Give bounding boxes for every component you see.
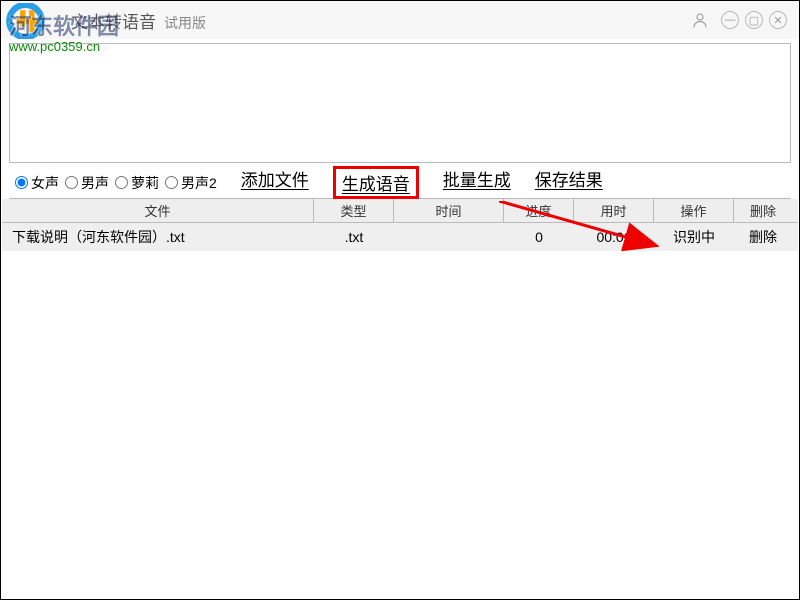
- voice-loli[interactable]: 萝莉: [115, 173, 159, 193]
- app-title: 文本转语音: [71, 8, 156, 33]
- col-file: 文件: [2, 199, 314, 222]
- minimize-icon[interactable]: —: [721, 11, 739, 29]
- text-input-panel[interactable]: [9, 43, 791, 163]
- cell-delete[interactable]: 删除: [734, 223, 792, 251]
- col-type: 类型: [314, 199, 394, 222]
- cell-time: [394, 223, 504, 251]
- user-icon[interactable]: [691, 11, 709, 29]
- batch-generate-button[interactable]: 批量生成: [443, 166, 511, 199]
- add-file-button[interactable]: 添加文件: [241, 166, 309, 199]
- titlebar: 文本转语音 试用版 — ▢ ✕: [1, 1, 799, 39]
- action-row: 女声 男声 萝莉 男声2 添加文件 生成语音 批量生成 保存结果: [9, 167, 791, 199]
- cell-progress: 0: [504, 223, 574, 251]
- table-header: 文件 类型 时间 进度 用时 操作 删除: [2, 199, 798, 223]
- table-row[interactable]: 下载说明（河东软件园）.txt .txt 0 00:01 识别中 删除: [2, 223, 798, 251]
- voice-male2[interactable]: 男声2: [165, 173, 217, 193]
- col-duration: 用时: [574, 199, 654, 222]
- col-progress: 进度: [504, 199, 574, 222]
- action-buttons: 添加文件 生成语音 批量生成 保存结果: [241, 166, 603, 199]
- voice-female[interactable]: 女声: [15, 173, 59, 193]
- app-logo-icon: [5, 3, 55, 39]
- cell-file: 下载说明（河东软件园）.txt: [2, 223, 314, 251]
- col-time: 时间: [394, 199, 504, 222]
- col-delete: 删除: [734, 199, 792, 222]
- trial-label: 试用版: [164, 13, 206, 33]
- cell-type: .txt: [314, 223, 394, 251]
- save-result-button[interactable]: 保存结果: [535, 166, 603, 199]
- cell-duration: 00:01: [574, 223, 654, 251]
- voice-male[interactable]: 男声: [65, 173, 109, 193]
- generate-audio-button[interactable]: 生成语音: [333, 166, 419, 199]
- cell-action: 识别中: [654, 223, 734, 251]
- col-action: 操作: [654, 199, 734, 222]
- window-controls: — ▢ ✕: [691, 11, 787, 29]
- close-icon[interactable]: ✕: [769, 11, 787, 29]
- voice-options: 女声 男声 萝莉 男声2: [15, 173, 217, 193]
- maximize-icon[interactable]: ▢: [745, 11, 763, 29]
